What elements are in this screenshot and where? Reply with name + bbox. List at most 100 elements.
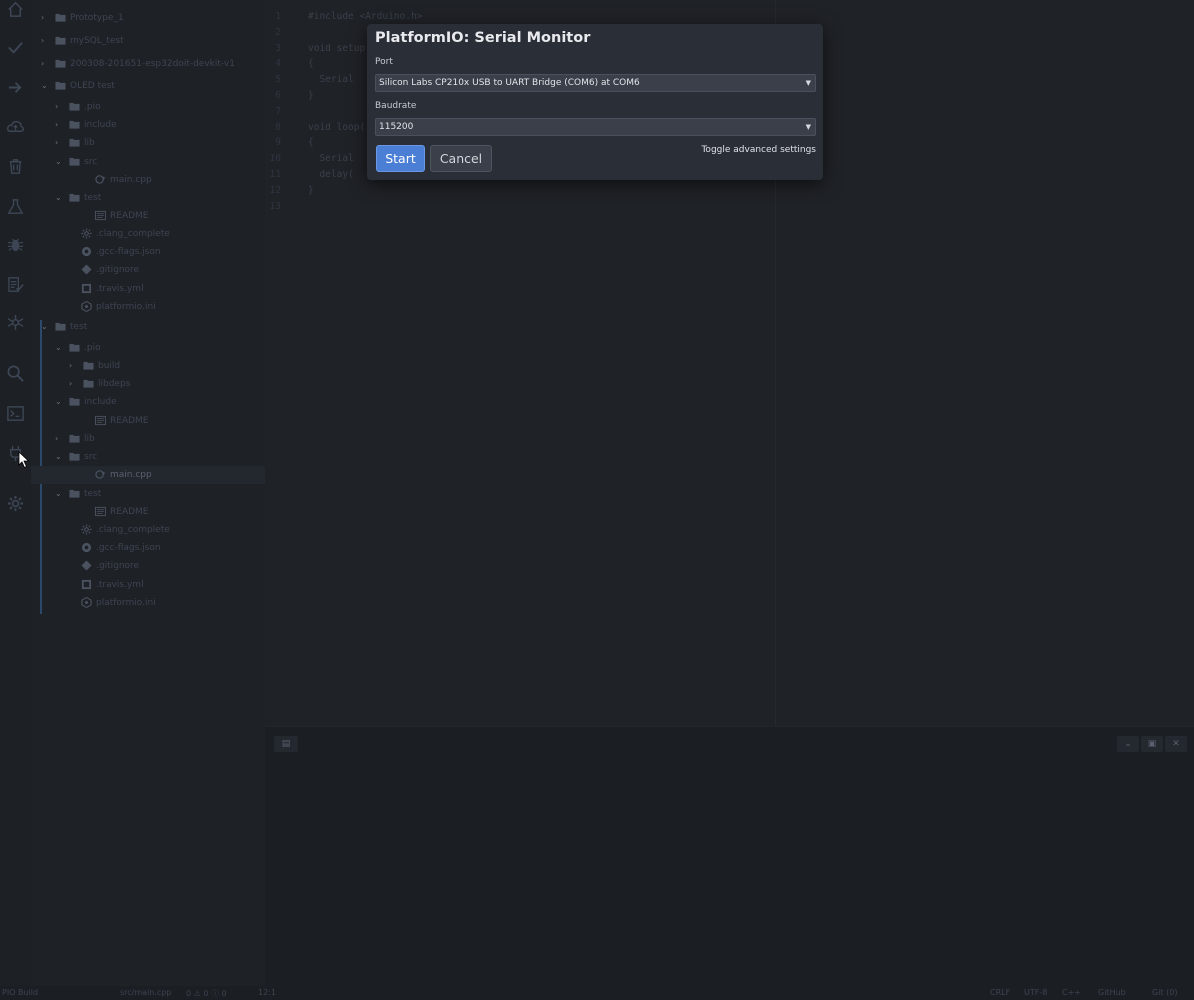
arrow-right-icon[interactable] xyxy=(6,78,25,97)
cancel-button[interactable]: Cancel xyxy=(430,145,492,172)
bug-icon[interactable] xyxy=(6,235,25,254)
chevron-right-icon[interactable]: › xyxy=(69,361,77,370)
search-icon[interactable] xyxy=(6,364,25,383)
tree-file[interactable]: .travis.yml xyxy=(31,280,265,298)
line-number: 5 xyxy=(275,74,281,86)
tree-item-label: .clang_complete xyxy=(96,525,170,535)
close-icon[interactable]: ✕ xyxy=(1165,736,1187,752)
cpp-file-icon xyxy=(95,174,106,185)
chevron-right-icon[interactable]: › xyxy=(69,379,77,388)
line-number: 4 xyxy=(275,58,281,70)
tree-folder[interactable]: › lib xyxy=(31,430,265,448)
line-number: 6 xyxy=(275,90,281,101)
tree-file[interactable]: .clang_complete xyxy=(31,225,265,243)
chevron-down-icon[interactable]: ⌄ xyxy=(55,489,63,498)
tree-folder[interactable]: ⌄ test xyxy=(31,318,265,336)
maximize-icon[interactable]: ▣ xyxy=(1141,736,1163,752)
tree-file[interactable]: .gitignore xyxy=(31,557,265,575)
status-file[interactable]: src/main.cpp xyxy=(120,988,171,997)
tree-folder[interactable]: ⌄ .pio xyxy=(31,339,265,357)
tree-file[interactable]: README xyxy=(31,207,265,225)
chevron-down-icon[interactable]: ⌄ xyxy=(55,397,63,406)
gear-icon[interactable] xyxy=(6,494,25,513)
chevron-right-icon[interactable]: › xyxy=(41,13,49,22)
terminal-icon[interactable] xyxy=(6,404,25,423)
toggle-advanced-settings-link[interactable]: Toggle advanced settings xyxy=(701,145,816,155)
status-problems[interactable]: 0 ⚠ 0 ⓘ 0 xyxy=(186,988,227,999)
chevron-down-icon[interactable]: ⌄ xyxy=(1117,736,1139,752)
tree-file[interactable]: README xyxy=(31,412,265,430)
chevron-right-icon[interactable]: › xyxy=(55,102,63,111)
code-line[interactable]: 12} xyxy=(265,183,775,199)
tree-folder[interactable]: ⌄ include xyxy=(31,393,265,411)
tree-folder[interactable]: ⌄ src xyxy=(31,153,265,171)
terminal-toggle-icon[interactable]: ▤ xyxy=(274,736,298,752)
chevron-down-icon[interactable]: ⌄ xyxy=(41,81,49,90)
tree-folder[interactable]: › libdeps xyxy=(31,375,265,393)
tree-file[interactable]: main.cpp xyxy=(31,171,265,189)
tree-folder[interactable]: › .pio xyxy=(31,98,265,116)
network-icon[interactable] xyxy=(6,313,25,332)
tree-item-label: .pio xyxy=(84,343,101,353)
code-line[interactable]: 13 xyxy=(265,199,775,215)
port-select[interactable]: Silicon Labs CP210x USB to UART Bridge (… xyxy=(375,74,816,92)
platformio-icon xyxy=(81,597,92,608)
folder-icon xyxy=(69,342,80,353)
tree-file[interactable]: .gitignore xyxy=(31,261,265,279)
code-text: delay( xyxy=(308,169,354,180)
tree-folder[interactable]: ⌄ test xyxy=(31,189,265,207)
code-text: { xyxy=(308,58,314,70)
tree-file[interactable]: .clang_complete xyxy=(31,521,265,539)
chevron-right-icon[interactable]: › xyxy=(55,434,63,443)
checklist-icon[interactable] xyxy=(6,275,25,294)
tree-folder[interactable]: ⌄ OLED test xyxy=(31,77,265,95)
status-encoding[interactable]: UTF-8 xyxy=(1024,988,1047,997)
chevron-right-icon[interactable]: › xyxy=(55,138,63,147)
tree-file[interactable]: .travis.yml xyxy=(31,576,265,594)
status-build[interactable]: PIO Build xyxy=(2,988,38,997)
tree-file[interactable]: .gcc-flags.json xyxy=(31,539,265,557)
chevron-right-icon[interactable]: › xyxy=(41,59,49,68)
line-number: 9 xyxy=(275,137,281,149)
tree-folder[interactable]: ⌄ src xyxy=(31,448,265,466)
chevron-right-icon[interactable]: › xyxy=(41,36,49,45)
tree-folder[interactable]: › build xyxy=(31,357,265,375)
chevron-right-icon[interactable]: › xyxy=(55,120,63,129)
tree-folder[interactable]: › Prototype_1 xyxy=(31,9,265,27)
tree-file[interactable]: README xyxy=(31,503,265,521)
cloud-upload-icon[interactable] xyxy=(6,117,25,136)
folder-icon xyxy=(83,378,94,389)
chevron-down-icon[interactable]: ⌄ xyxy=(55,343,63,352)
tree-folder[interactable]: ⌄ test xyxy=(31,485,265,503)
tree-folder[interactable]: › include xyxy=(31,116,265,134)
status-grammar[interactable]: C++ xyxy=(1062,988,1081,997)
baudrate-select[interactable]: 115200 ▼ xyxy=(375,118,816,136)
tree-file[interactable]: main.cpp xyxy=(31,466,265,484)
chevron-down-icon[interactable]: ⌄ xyxy=(55,157,63,166)
status-git[interactable]: Git (0) xyxy=(1152,988,1177,997)
tree-file[interactable]: .gcc-flags.json xyxy=(31,243,265,261)
code-line[interactable]: 1 #include <Arduino.h> xyxy=(265,9,775,25)
status-position[interactable]: 12:1 xyxy=(258,988,276,997)
status-github[interactable]: GitHub xyxy=(1098,988,1126,997)
tree-item-label: .gcc-flags.json xyxy=(96,247,161,257)
chevron-down-icon[interactable]: ⌄ xyxy=(55,193,63,202)
folder-icon xyxy=(69,192,80,203)
tree-folder[interactable]: › mySQL_test xyxy=(31,32,265,50)
start-button[interactable]: Start xyxy=(376,145,425,172)
trash-icon[interactable] xyxy=(6,157,25,176)
folder-icon xyxy=(55,80,66,91)
chevron-down-icon[interactable]: ⌄ xyxy=(41,322,49,331)
tree-item-label: lib xyxy=(84,434,95,444)
status-line-ending[interactable]: CRLF xyxy=(990,988,1010,997)
tree-file[interactable]: platformio.ini xyxy=(31,298,265,316)
chevron-down-icon[interactable]: ⌄ xyxy=(55,452,63,461)
json-file-icon xyxy=(81,246,92,257)
check-icon[interactable] xyxy=(6,38,25,57)
flask-icon[interactable] xyxy=(6,197,25,216)
home-icon[interactable] xyxy=(6,0,25,19)
tree-folder[interactable]: › lib xyxy=(31,134,265,152)
editor-split-pane[interactable] xyxy=(775,0,1194,726)
tree-folder[interactable]: › 200308-201651-esp32doit-devkit-v1 xyxy=(31,55,265,73)
tree-file[interactable]: platformio.ini xyxy=(31,594,265,612)
